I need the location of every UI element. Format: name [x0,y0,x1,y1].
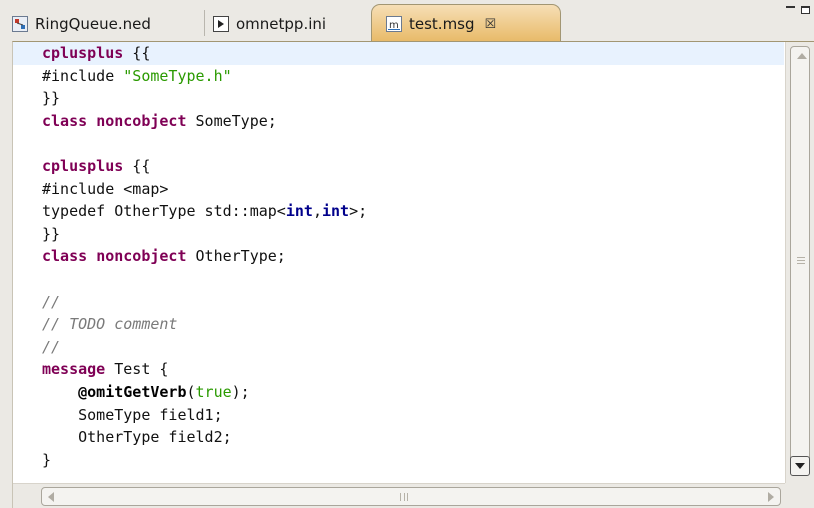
code-line: class noncobject SomeType; [42,111,277,130]
tab-label: omnetpp.ini [236,14,327,33]
msg-file-icon: m [386,16,402,32]
code-line: typedef OtherType std::map<int,int>; [42,202,368,221]
ini-file-icon [213,15,229,32]
scroll-grip-icon [797,257,805,264]
code-line: @omitGetVerb(true); [78,382,250,401]
scroll-left-icon[interactable] [48,492,54,502]
code-line: // TODO comment [42,315,178,334]
minimize-icon[interactable] [786,6,795,12]
code-line: SomeType field1; [42,405,223,424]
view-controls [786,6,810,14]
scrollbar-corner [785,483,814,508]
code-line: #include "SomeType.h" [42,66,232,85]
code-line: }} [42,89,61,108]
scroll-right-icon[interactable] [768,492,774,502]
code-line: // [42,292,61,311]
horizontal-scrollbar[interactable] [13,483,785,508]
tab-separator [204,10,205,36]
code-line: class noncobject OtherType; [42,247,286,266]
code-area[interactable]: cplusplus {{ #include "SomeType.h" }} cl… [13,42,784,483]
code-line: cplusplus {{ [13,42,784,65]
tab-label: RingQueue.ned [35,14,151,33]
tab-test-msg[interactable]: m test.msg ☒ [371,4,561,43]
ned-file-icon [12,15,28,32]
scroll-up-icon[interactable] [797,53,807,59]
vertical-scrollbar[interactable] [785,42,814,483]
code-line: cplusplus {{ [42,156,151,175]
code-line: OtherType field2; [42,428,232,447]
scroll-down-button[interactable] [790,456,810,476]
scroll-grip-icon [400,493,408,501]
vertical-scroll-track[interactable] [790,46,810,474]
msg-editor: cplusplus {{ #include "SomeType.h" }} cl… [12,41,814,508]
tab-omnetpp-ini[interactable]: omnetpp.ini [213,6,373,41]
code-line: } [42,450,52,469]
tab-ringqueue-ned[interactable]: RingQueue.ned [12,6,202,41]
close-tab-icon[interactable]: ☒ [485,17,497,32]
tab-label: test.msg [409,15,475,33]
editor-tab-bar: RingQueue.ned omnetpp.ini m test.msg ☒ [0,0,814,43]
horizontal-scroll-track[interactable] [41,487,781,506]
code-line: }} [42,224,61,243]
maximize-icon[interactable] [801,6,810,14]
code-line: message Test { [42,360,169,379]
code-line: // [42,337,61,356]
code-line: #include <map> [42,179,169,198]
